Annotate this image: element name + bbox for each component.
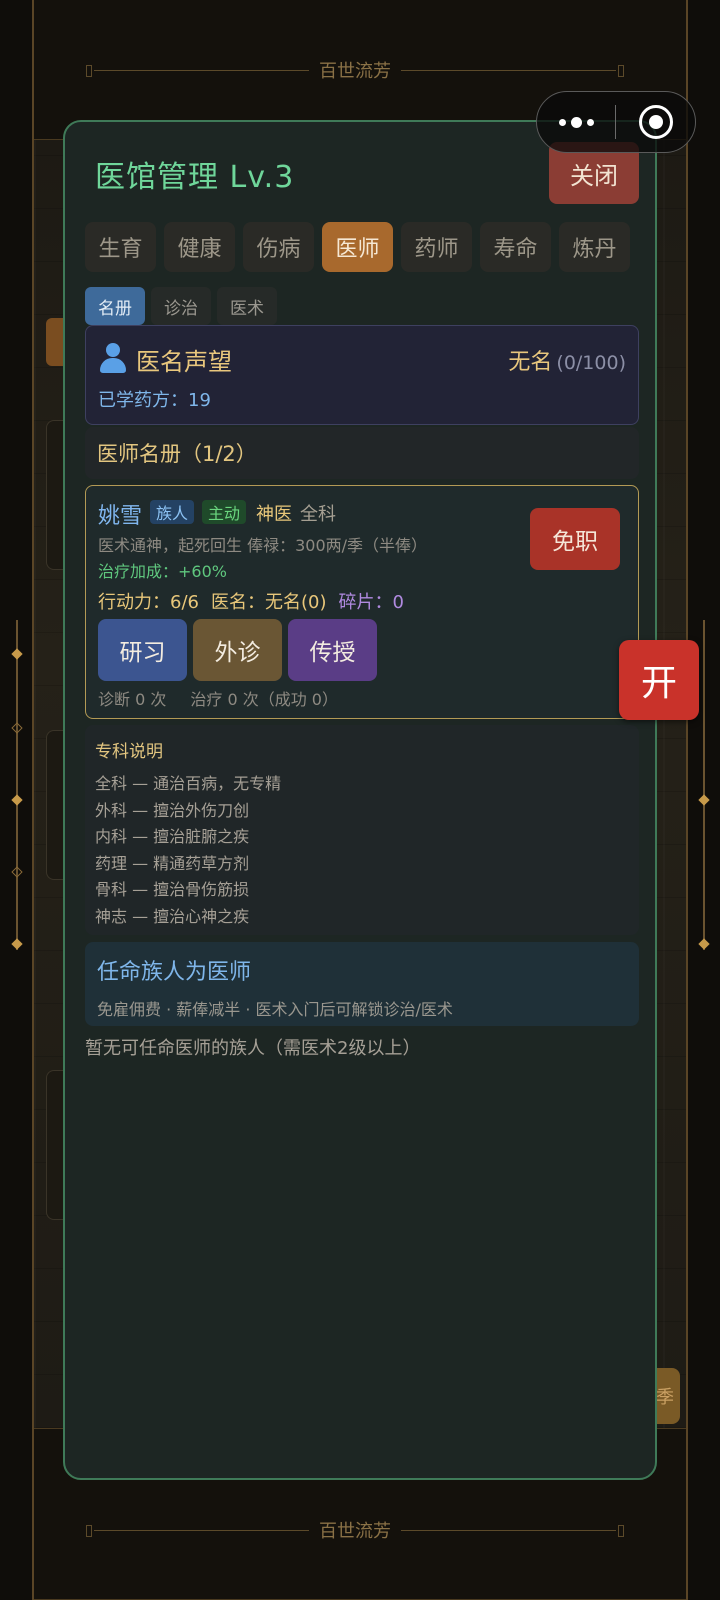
tab-lifespan[interactable]: 寿命 [480, 222, 551, 272]
banner-bottom: 百世流芳 [84, 1518, 626, 1542]
diamond-icon [698, 938, 710, 950]
doctor-counts: 诊断 0 次 治疗 0 次（成功 0） [98, 686, 338, 710]
diamond-icon [698, 794, 710, 806]
doctor-title: 神医 [256, 504, 292, 525]
clan-badge: 族人 [150, 500, 195, 524]
target-icon [638, 105, 673, 139]
dot-icon [570, 116, 582, 128]
clinic-management-modal: 医馆管理 Lv.3 关闭 生育 健康 伤病 医师 药师 寿命 炼丹 名册 诊治 … [63, 120, 657, 1480]
fame-panel: 医名声望 无名 (0/100) 已学药方：19 [85, 325, 639, 425]
house-call-button[interactable]: 外诊 [193, 619, 282, 681]
diagnose-count: 诊断 0 次 [98, 690, 167, 709]
banner-bottom-text: 百世流芳 [319, 1521, 391, 1542]
specialty-item: 骨科 — 擅治骨伤筋损 [95, 880, 250, 899]
fame-label: 医名声望 [136, 348, 232, 376]
dot-icon [586, 118, 594, 126]
tab-injury[interactable]: 伤病 [243, 222, 314, 272]
specialty-item: 全科 — 通治百病，无专精 [95, 774, 282, 793]
game-screen: 百世流芳 百世流芳 季 医馆管理 Lv.3 关闭 生育 健康 伤病 医师 药师 … [0, 0, 720, 1600]
background-season-label: 季 [656, 1387, 674, 1408]
no-candidates-text: 暂无可任命医师的族人（需医术2级以上） [85, 1038, 421, 1059]
specialty-item: 神志 — 擅治心神之疾 [95, 906, 250, 926]
doctor-stats: 行动力：6/6 医名：无名(0) 碎片：0 [98, 588, 404, 614]
appoint-title: 任命族人为医师 [97, 960, 252, 985]
appoint-clan-doctor-button[interactable]: 任命族人为医师 免雇佣费 · 薪俸减半 · 医术入门后可解锁诊治/医术 [85, 942, 639, 1026]
diamond-icon [11, 722, 23, 734]
person-icon [98, 343, 128, 375]
miniprogram-capsule [536, 91, 696, 153]
dismiss-button[interactable]: 免职 [530, 508, 620, 570]
subtab-roster[interactable]: 名册 [85, 287, 145, 325]
diamond-icon [11, 648, 23, 660]
banner-top-text: 百世流芳 [319, 61, 391, 82]
study-button[interactable]: 研习 [98, 619, 187, 681]
treatment-bonus: 治疗加成：+60% [98, 562, 227, 581]
diamond-icon [11, 866, 23, 878]
side-deco-left [16, 620, 18, 950]
open-floating-button[interactable]: 开 [619, 640, 699, 720]
specialty-info-title: 专科说明 [95, 742, 163, 762]
subtab-medicine[interactable]: 医术 [217, 287, 277, 325]
specialty-item: 外科 — 擅治外伤刀创 [95, 800, 250, 820]
side-deco-right [703, 620, 705, 950]
tab-physician[interactable]: 医师 [322, 222, 393, 272]
doctor-name: 姚雪 [98, 504, 143, 529]
fame-progress: (0/100) [556, 352, 626, 374]
teach-button[interactable]: 传授 [288, 619, 377, 681]
doctor-reputation: 医名：无名(0) [210, 592, 327, 613]
treat-count: 治疗 0 次（成功 0） [190, 690, 338, 709]
specialty-item: 药理 — 精通药草方剂 [95, 853, 250, 873]
frame-border-right [686, 0, 688, 1600]
tab-birth[interactable]: 生育 [85, 222, 156, 272]
sub-tabs: 名册 诊治 医术 [85, 287, 277, 325]
diamond-icon [11, 794, 23, 806]
doctor-specialty: 全科 [300, 504, 336, 525]
doctor-card: 姚雪 族人 主动 神医 全科 免职 医术通神，起死回生 俸禄：300两/季（半俸… [85, 485, 639, 719]
tab-alchemy[interactable]: 炼丹 [559, 222, 630, 272]
subtab-treatment[interactable]: 诊治 [151, 287, 211, 325]
learned-recipes: 已学药方：19 [98, 390, 211, 411]
tab-pharmacist[interactable]: 药师 [401, 222, 472, 272]
roster-header: 医师名册（1/2） [85, 427, 639, 479]
action-points: 行动力：6/6 [98, 592, 199, 613]
frame-border-left [32, 0, 34, 1600]
fragments: 碎片：0 [338, 592, 404, 613]
doctor-description: 医术通神，起死回生 俸禄：300两/季（半俸） [98, 536, 428, 555]
category-tabs: 生育 健康 伤病 医师 药师 寿命 炼丹 [85, 222, 630, 272]
specialty-info-panel: 专科说明 全科 — 通治百病，无专精 外科 — 擅治外伤刀创 内科 — 擅治脏腑… [85, 725, 639, 935]
tab-health[interactable]: 健康 [164, 222, 235, 272]
banner-top: 百世流芳 [84, 58, 626, 82]
exit-miniprogram-button[interactable] [616, 92, 695, 152]
fame-rank-name: 无名 [508, 350, 553, 375]
more-menu-button[interactable] [537, 92, 615, 152]
active-badge: 主动 [202, 500, 247, 524]
diamond-icon [11, 938, 23, 950]
specialty-item: 内科 — 擅治脏腑之疾 [95, 827, 250, 846]
fame-rank: 无名 (0/100) [508, 344, 626, 376]
dot-icon [558, 118, 566, 126]
modal-title: 医馆管理 Lv.3 [95, 160, 295, 195]
doctor-actions: 研习 外诊 传授 [98, 619, 377, 681]
appoint-description: 免雇佣费 · 薪俸减半 · 医术入门后可解锁诊治/医术 [97, 1000, 453, 1019]
